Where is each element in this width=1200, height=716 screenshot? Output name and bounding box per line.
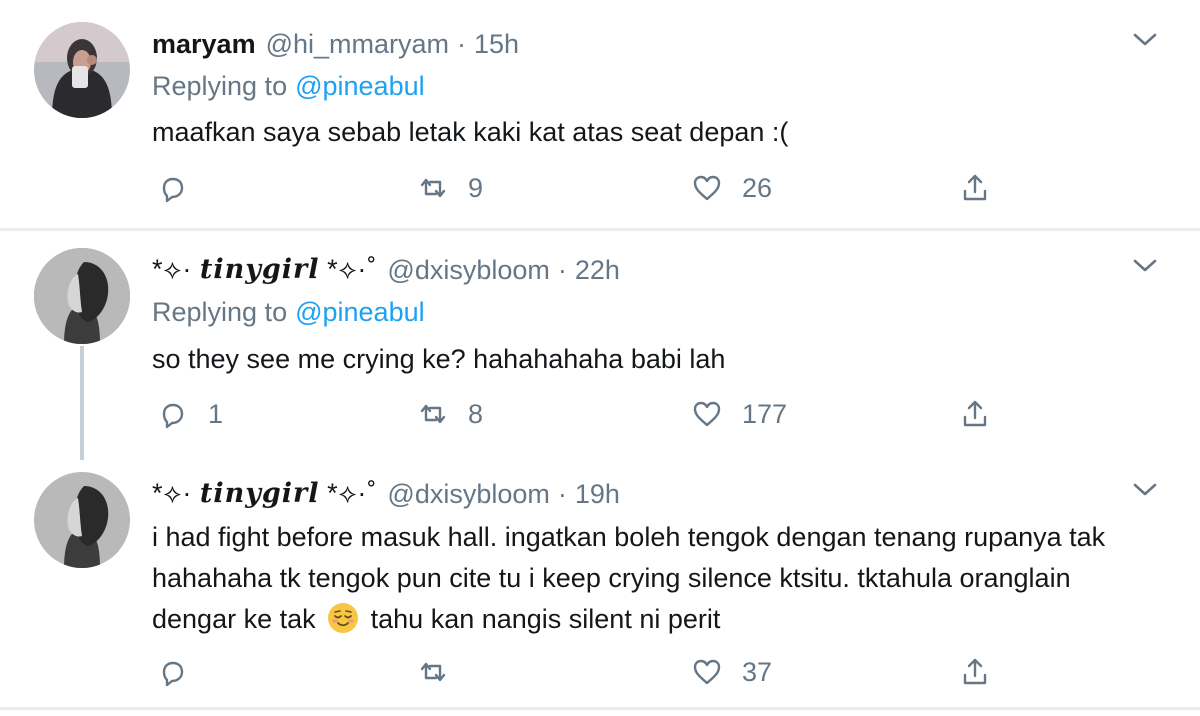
name-suffix: *⟡·˚ bbox=[327, 478, 378, 508]
retweet-count: 8 bbox=[468, 398, 484, 429]
retweet-button[interactable]: 8 bbox=[416, 394, 483, 434]
separator-dot: · bbox=[557, 254, 567, 285]
timestamp[interactable]: 19h bbox=[575, 479, 620, 510]
avatar-photo bbox=[34, 472, 130, 568]
like-count: 177 bbox=[742, 398, 788, 429]
relieved-face-emoji bbox=[327, 602, 359, 634]
replying-to: Replying to @pineabul bbox=[152, 294, 425, 330]
tweet-1[interactable]: maryam @hi_mmaryam · 15h Replying to @pi… bbox=[0, 0, 1200, 228]
tweet-header: *⟡· tinygirl *⟡·˚ @dxisybloom · 22h bbox=[152, 252, 620, 288]
user-handle[interactable]: @hi_mmaryam bbox=[266, 29, 449, 60]
avatar-photo bbox=[34, 22, 130, 118]
retweet-button[interactable]: 9 bbox=[416, 168, 483, 208]
reply-button[interactable] bbox=[156, 652, 208, 692]
retweet-icon bbox=[416, 655, 450, 689]
tweet-text-end: tahu kan nangis silent ni perit bbox=[370, 604, 721, 634]
share-icon bbox=[958, 655, 992, 689]
share-icon bbox=[958, 171, 992, 205]
avatar[interactable] bbox=[34, 248, 130, 344]
chevron-down-icon[interactable] bbox=[1130, 480, 1160, 500]
reply-icon bbox=[156, 397, 190, 431]
timestamp[interactable]: 15h bbox=[474, 29, 519, 60]
display-name[interactable]: maryam bbox=[152, 29, 256, 60]
avatar[interactable] bbox=[34, 472, 130, 568]
display-name[interactable]: *⟡· tinygirl *⟡·˚ bbox=[152, 254, 377, 286]
heart-icon bbox=[690, 655, 724, 689]
tweet-3[interactable]: *⟡· tinygirl *⟡·˚ @dxisybloom · 19h i ha… bbox=[0, 461, 1200, 707]
tweet-header: *⟡· tinygirl *⟡·˚ @dxisybloom · 19h bbox=[152, 476, 620, 512]
share-button[interactable] bbox=[958, 168, 992, 208]
share-icon bbox=[958, 397, 992, 431]
thread-line bbox=[80, 346, 84, 460]
retweet-icon bbox=[416, 171, 450, 205]
replying-to: Replying to @pineabul bbox=[152, 68, 425, 104]
name-styled: tinygirl bbox=[199, 478, 320, 509]
like-count: 37 bbox=[742, 656, 773, 687]
display-name[interactable]: *⟡· tinygirl *⟡·˚ bbox=[152, 478, 377, 510]
tweet-2[interactable]: *⟡· tinygirl *⟡·˚ @dxisybloom · 22h Repl… bbox=[0, 231, 1200, 461]
like-count: 26 bbox=[742, 172, 773, 203]
heart-icon bbox=[690, 171, 724, 205]
reply-count: 1 bbox=[208, 398, 224, 429]
reply-icon bbox=[156, 171, 190, 205]
name-prefix: *⟡· bbox=[152, 254, 193, 284]
user-handle[interactable]: @dxisybloom bbox=[387, 479, 549, 510]
tweet-text: maafkan saya sebab letak kaki kat atas s… bbox=[152, 117, 789, 147]
reply-button[interactable] bbox=[156, 168, 208, 208]
separator-dot: · bbox=[457, 28, 467, 59]
avatar[interactable] bbox=[34, 22, 130, 118]
action-bar: 37 bbox=[150, 652, 1010, 692]
chevron-down-icon[interactable] bbox=[1130, 256, 1160, 276]
name-prefix: *⟡· bbox=[152, 478, 193, 508]
mention-link[interactable]: @pineabul bbox=[295, 71, 425, 102]
tweet-header: maryam @hi_mmaryam · 15h bbox=[152, 26, 519, 62]
share-button[interactable] bbox=[958, 394, 992, 434]
replying-label: Replying to bbox=[152, 296, 288, 327]
share-button[interactable] bbox=[958, 652, 992, 692]
mention-link[interactable]: @pineabul bbox=[295, 297, 425, 328]
timestamp[interactable]: 22h bbox=[575, 255, 620, 286]
like-button[interactable]: 37 bbox=[690, 652, 772, 692]
name-suffix: *⟡·˚ bbox=[327, 254, 378, 284]
heart-icon bbox=[690, 397, 724, 431]
replying-label: Replying to bbox=[152, 70, 288, 101]
avatar-photo bbox=[34, 248, 130, 344]
retweet-count: 9 bbox=[468, 172, 484, 203]
reply-button[interactable]: 1 bbox=[156, 394, 223, 434]
retweet-icon bbox=[416, 397, 450, 431]
like-button[interactable]: 26 bbox=[690, 168, 772, 208]
tweet-text: so they see me crying ke? hahahahaha bab… bbox=[152, 344, 726, 374]
action-bar: 1 8 177 bbox=[150, 394, 1010, 434]
tweet-text: i had fight before masuk hall. ingatkan … bbox=[152, 517, 1162, 640]
action-bar: 9 26 bbox=[150, 168, 1010, 208]
like-button[interactable]: 177 bbox=[690, 394, 787, 434]
reply-icon bbox=[156, 655, 190, 689]
retweet-button[interactable] bbox=[416, 652, 468, 692]
tweet-divider bbox=[0, 707, 1200, 710]
chevron-down-icon[interactable] bbox=[1130, 30, 1160, 50]
name-styled: tinygirl bbox=[199, 254, 320, 285]
user-handle[interactable]: @dxisybloom bbox=[387, 255, 549, 286]
separator-dot: · bbox=[557, 478, 567, 509]
